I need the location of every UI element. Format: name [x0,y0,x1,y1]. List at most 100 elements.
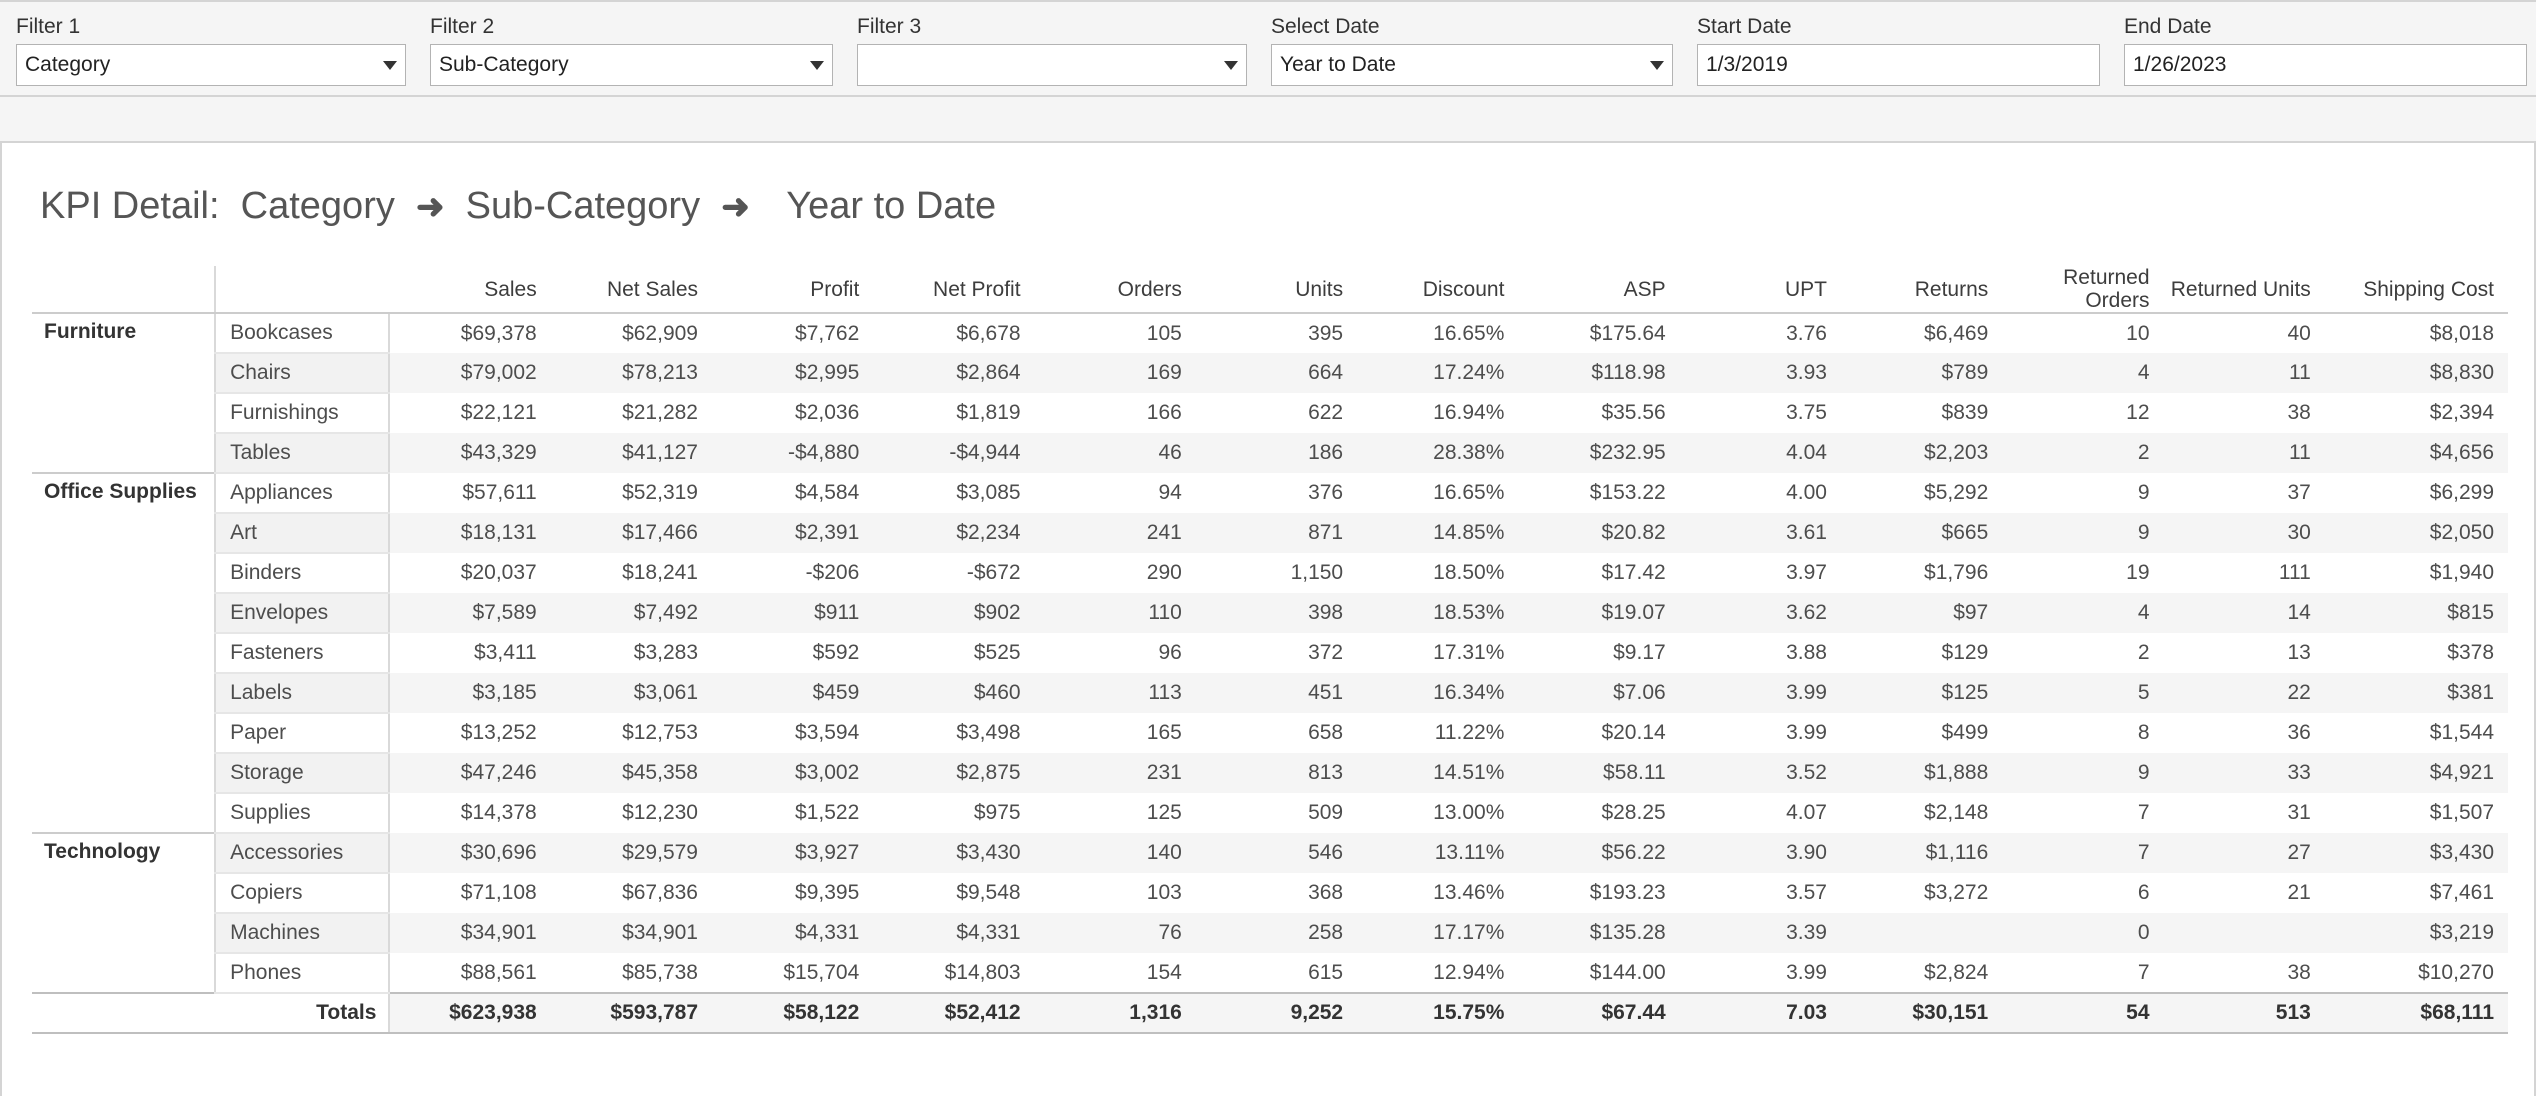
table-row[interactable]: Office Supplies Appliances $57,611 $52,319 $… [32,472,2508,833]
col-header-upt[interactable]: UPT [1679,266,1841,314]
table-row[interactable]: Copiers $71,108 $67,836 $9,395 $9,548 103 368 1… [32,873,2508,914]
col-header-returns[interactable]: Returns [1840,266,2003,314]
cell-sales: $57,611 [462,481,537,504]
table-row[interactable]: Labels $3,185 $3,061 $459 $460 113 451 16.34% $7… [32,673,2508,714]
col-header-category[interactable] [32,266,216,314]
cell-subcategory[interactable]: Copiers [214,873,391,914]
cell-discount: 17.24% [1357,353,1519,393]
col-header-returned_units[interactable]: Returned Units [2163,266,2325,314]
cell-subcategory[interactable]: Supplies [214,793,391,834]
table-row[interactable]: Machines $34,901 $34,901 $4,331 $4,331 76 258 1… [32,913,2508,954]
table-row[interactable]: Furnishings $22,121 $21,282 $2,036 $1,819 166… [32,393,2508,434]
cell-profit: $15,704 [783,960,860,984]
cell-profit: $3,594 [795,721,860,744]
col-header-profit[interactable]: Profit [712,266,874,314]
table-row[interactable]: Supplies $14,378 $12,230 $1,522 $975 125 509 13… [32,793,2508,834]
cell-net_profit: $525 [973,641,1021,664]
table-row[interactable]: Furniture Bookcases $69,378 $62,909 $7,762 $6… [32,312,2508,473]
cell-returned_units: 11 [2163,433,2325,473]
cell-sales: $71,108 [460,881,537,904]
chevron-down-icon[interactable] [810,60,824,70]
table-row[interactable]: Technology Accessories $30,696 $29,579 $3,92… [32,832,2508,993]
table-row[interactable]: Binders $20,037 $18,241 -$206 -$672 290 1,150 1… [32,553,2508,594]
col-header-asp[interactable]: ASP [1518,266,1680,314]
filter-group-filter-2: Filter 2 Sub-Category [430,14,833,86]
col-header-shipping_cost[interactable]: Shipping Cost [2324,266,2508,314]
totals-spacer [32,992,216,1034]
cell-discount: 16.65% [1433,481,1505,504]
cell-subcategory[interactable]: Appliances [214,473,391,514]
cell-net_sales: $7,492 [550,593,712,633]
cell-sales: $30,696 [389,833,551,873]
cell-net_profit: $3,085 [956,481,1021,504]
cell-orders: 154 [1146,960,1182,984]
table-row[interactable]: Chairs $79,002 $78,213 $2,995 $2,864 169 664 17… [32,353,2508,394]
cell-subcategory[interactable]: Paper [214,713,391,754]
cell-subcategory[interactable]: Accessories [214,833,391,874]
chevron-down-icon[interactable] [383,60,397,70]
cell-subcategory[interactable]: Tables [214,433,391,474]
select-date-select[interactable]: Year to Date [1271,44,1673,86]
table-row[interactable]: Envelopes $7,589 $7,492 $911 $902 110 398 18.53… [32,593,2508,634]
cell-asp: $35.56 [1601,401,1666,424]
cell-asp: $58.11 [1518,753,1680,793]
filter-3-select[interactable] [857,44,1247,86]
cell-upt: 3.99 [1786,721,1827,744]
cell-shipping_cost: $6,299 [2429,481,2494,504]
chevron-down-icon[interactable] [1224,60,1238,70]
cell-subcategory[interactable]: Envelopes [214,593,391,634]
totals-cell-discount: 15.75% [1357,992,1519,1034]
filter-1-select[interactable]: Category [16,44,406,86]
cell-net_profit: $2,864 [873,353,1035,393]
cell-subcategory[interactable]: Storage [214,753,391,794]
col-header-orders[interactable]: Orders [1034,266,1196,314]
col-header-sales[interactable]: Sales [389,266,551,314]
cell-subcategory[interactable]: Machines [214,913,391,954]
col-header-discount[interactable]: Discount [1357,266,1519,314]
cell-asp: $118.98 [1518,353,1680,393]
cell-category: Office Supplies [32,472,216,833]
cell-returns [1840,913,2003,953]
cell-orders: 103 [1146,881,1182,904]
cell-orders: 166 [1146,401,1182,424]
table-row[interactable]: Storage $47,246 $45,358 $3,002 $2,875 231 813 1… [32,753,2508,794]
col-header-returned_orders[interactable]: Returned Orders [2002,266,2164,314]
cell-net_profit: $6,678 [956,321,1021,345]
filter-2-select[interactable]: Sub-Category [430,44,833,86]
cell-returned_units: 31 [2287,801,2311,824]
cell-returned_orders: 5 [2002,673,2164,713]
table-row[interactable]: Phones $88,561 $85,738 $15,704 $14,803 154 615… [32,953,2508,994]
cell-subcategory[interactable]: Art [214,513,391,554]
start-date-input[interactable]: 1/3/2019 [1697,44,2100,86]
cell-subcategory[interactable]: Chairs [214,353,391,394]
select-date-value: Year to Date [1280,53,1396,76]
cell-subcategory[interactable]: Binders [214,553,391,594]
cell-shipping_cost: $8,018 [2429,321,2494,345]
filter-bar: Filter 1 Category Filter 2 Sub-Category Filt… [0,0,2536,97]
cell-net_sales: $12,230 [622,801,698,824]
col-header-units[interactable]: Units [1195,266,1358,314]
background-gap [0,97,2536,141]
cell-subcategory[interactable]: Bookcases [214,313,391,354]
cell-subcategory[interactable]: Phones [214,953,391,994]
table-row[interactable]: Paper $13,252 $12,753 $3,594 $3,498 165 658 11.… [32,713,2508,754]
cell-subcategory[interactable]: Furnishings [214,393,391,434]
table-row[interactable]: Art $18,131 $17,466 $2,391 $2,234 241 871 14.85… [32,513,2508,554]
table-row[interactable]: Tables $43,329 $41,127 -$4,880 -$4,944 46 186 2… [32,433,2508,474]
cell-subcategory[interactable]: Fasteners [214,633,391,674]
col-header-subcategory[interactable] [214,266,390,314]
table-row[interactable]: Fasteners $3,411 $3,283 $592 $525 96 372 17.31%… [32,633,2508,674]
cell-units: 509 [1308,801,1344,824]
cell-subcategory[interactable]: Labels [214,673,391,714]
cell-upt: 3.62 [1679,593,1841,633]
col-header-net_sales[interactable]: Net Sales [550,266,712,314]
cell-discount: 13.46% [1433,881,1505,904]
filter-group-filter-1: Filter 1 Category [16,14,406,86]
chevron-down-icon[interactable] [1650,60,1664,70]
cell-upt: 3.99 [1679,673,1841,713]
cell-shipping_cost: $1,544 [2429,721,2494,744]
end-date-label: End Date [2124,15,2212,38]
end-date-input[interactable]: 1/26/2023 [2124,44,2527,86]
col-header-net_profit[interactable]: Net Profit [873,266,1035,314]
cell-returns: $3,272 [1924,881,1989,904]
